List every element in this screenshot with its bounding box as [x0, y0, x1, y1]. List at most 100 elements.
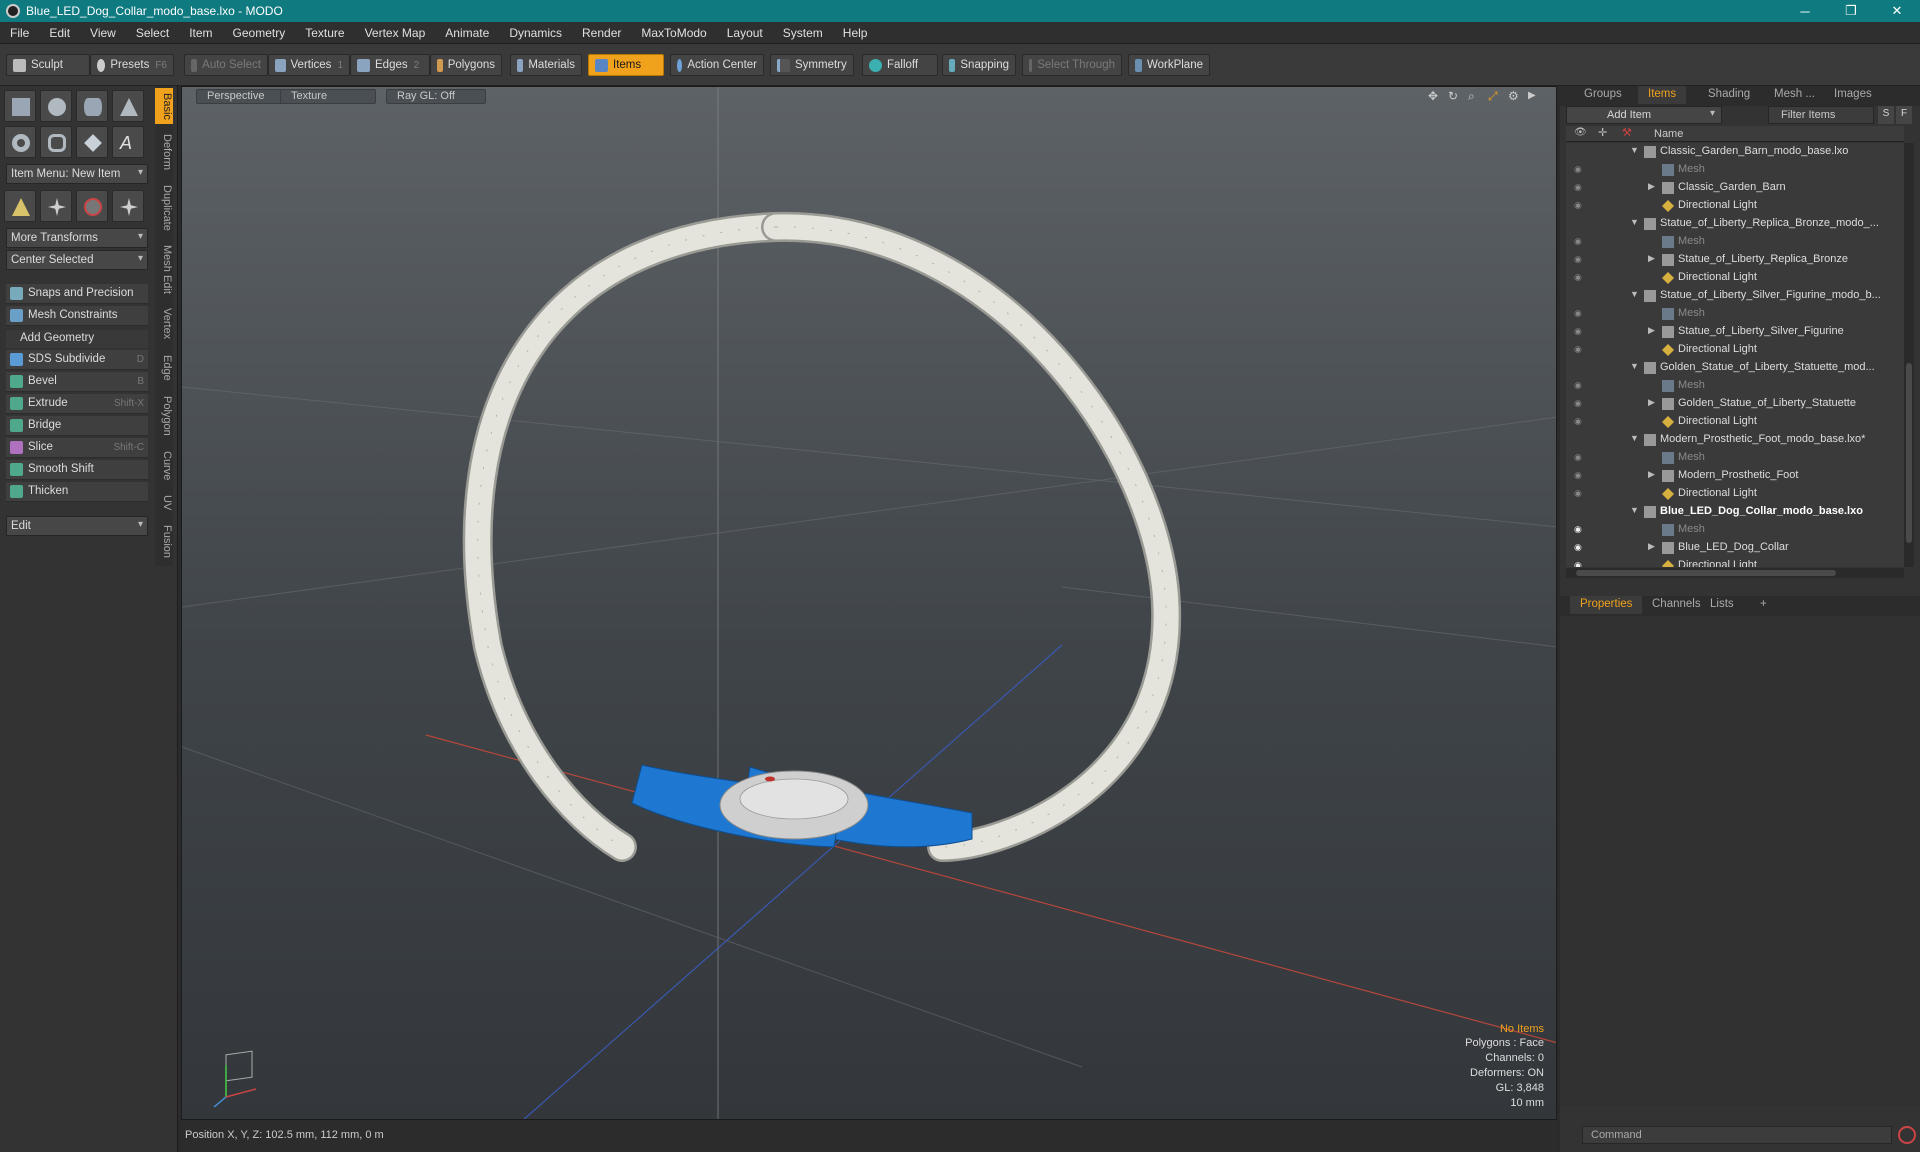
tab-lists[interactable]: Lists [1700, 596, 1744, 614]
tree-row-scene-bold[interactable]: ▼ Blue_LED_Dog_Collar_modo_base.lxo [1566, 503, 1904, 521]
menu-select[interactable]: Select [126, 26, 179, 40]
collapse-icon[interactable]: ▼ [1630, 289, 1639, 299]
tree-row-scene[interactable]: ▼ Classic_Garden_Barn_modo_base.lxo [1566, 143, 1904, 161]
expand-icon[interactable]: ▶ [1648, 253, 1655, 264]
menu-vertex-map[interactable]: Vertex Map [355, 26, 436, 40]
menu-file[interactable]: File [0, 26, 39, 40]
eye-icon[interactable] [1574, 146, 1586, 156]
tab-polygon[interactable]: Polygon [155, 390, 173, 442]
eye-icon[interactable]: ◉ [1574, 236, 1586, 246]
cone-primitive-button[interactable] [112, 90, 144, 122]
filter-items-input[interactable]: Filter Items [1768, 106, 1874, 124]
tab-uv[interactable]: UV [155, 490, 173, 516]
item-menu-dropdown[interactable]: Item Menu: New Item [6, 164, 148, 184]
move-tool-button[interactable] [4, 190, 36, 222]
tree-row-scene[interactable]: ▼ Golden_Statue_of_Liberty_Statuette_mod.… [1566, 359, 1904, 377]
slice-button[interactable]: Slice Shift-C [6, 438, 148, 458]
rotate-tool-button[interactable] [40, 190, 72, 222]
tree-row-item[interactable]: ◉ ▶ Blue_LED_Dog_Collar [1566, 539, 1904, 557]
3d-viewport[interactable]: Perspective Texture Ray GL: Off ✥ ↻ ⌕ ⤢ … [181, 86, 1557, 1120]
expand-icon[interactable]: ▶ [1648, 325, 1655, 336]
tab-duplicate[interactable]: Duplicate [155, 180, 173, 236]
menu-dynamics[interactable]: Dynamics [499, 26, 572, 40]
visibility-column-icon[interactable]: 👁 [1574, 127, 1587, 138]
more-transforms-dropdown[interactable]: More Transforms [6, 228, 148, 248]
expand-icon[interactable]: ▶ [1648, 541, 1655, 552]
snaps-precision-button[interactable]: Snaps and Precision [6, 284, 148, 304]
menu-animate[interactable]: Animate [435, 26, 499, 40]
vertical-scrollbar[interactable] [1904, 143, 1914, 567]
f-button[interactable]: F [1896, 106, 1912, 124]
menu-edit[interactable]: Edit [39, 26, 80, 40]
add-tab-button[interactable]: + [1750, 596, 1777, 614]
tree-row-mesh[interactable]: ◉ Mesh [1566, 305, 1904, 323]
eye-icon[interactable]: ◉ [1574, 416, 1586, 426]
command-input[interactable]: Command [1582, 1126, 1892, 1144]
tab-edge[interactable]: Edge [155, 350, 173, 386]
tab-properties[interactable]: Properties [1570, 596, 1643, 614]
tree-row-item[interactable]: ◉ ▶ Statue_of_Liberty_Silver_Figurine [1566, 323, 1904, 341]
collapse-icon[interactable]: ▼ [1630, 433, 1639, 443]
vertices-button[interactable]: Vertices 1 [268, 54, 350, 76]
tree-row-light[interactable]: ◉ Directional Light [1566, 341, 1904, 359]
render-column-icon[interactable]: ⚒ [1622, 126, 1632, 139]
tree-row-light[interactable]: ◉ Directional Light [1566, 197, 1904, 215]
tree-row-mesh[interactable]: ◉ Mesh [1566, 161, 1904, 179]
tree-row-light[interactable]: ◉ Directional Light [1566, 413, 1904, 431]
text-tool-button[interactable]: A [112, 126, 144, 158]
menu-render[interactable]: Render [572, 26, 631, 40]
thicken-button[interactable]: Thicken [6, 482, 148, 502]
add-geometry-header[interactable]: Add Geometry [6, 330, 148, 348]
auto-select-button[interactable]: Auto Select [184, 54, 268, 76]
sphere-primitive-button[interactable] [40, 90, 72, 122]
eye-icon[interactable]: ◉ [1574, 488, 1586, 498]
eye-icon[interactable]: ◉ [1574, 164, 1586, 174]
symmetry-button[interactable]: Symmetry [770, 54, 854, 76]
eye-icon[interactable]: ◉ [1574, 452, 1586, 462]
tree-row-light[interactable]: ◉ Directional Light [1566, 269, 1904, 287]
bevel-button[interactable]: Bevel B [6, 372, 148, 392]
tree-row-scene[interactable]: ▼ Statue_of_Liberty_Silver_Figurine_modo_… [1566, 287, 1904, 305]
expand-icon[interactable]: ▶ [1648, 469, 1655, 480]
tree-row-item[interactable]: ◉ ▶ Modern_Prosthetic_Foot [1566, 467, 1904, 485]
select-through-button[interactable]: Select Through [1022, 54, 1122, 76]
eye-icon[interactable]: ◉ [1574, 326, 1586, 336]
presets-button[interactable]: Presets F6 [90, 54, 174, 76]
eye-icon[interactable]: ◉ [1574, 254, 1586, 264]
center-selected-dropdown[interactable]: Center Selected [6, 250, 148, 270]
tab-curve[interactable]: Curve [155, 446, 173, 486]
cylinder-primitive-button[interactable] [76, 90, 108, 122]
edit-dropdown[interactable]: Edit [6, 516, 148, 536]
collapse-icon[interactable]: ▼ [1630, 361, 1639, 371]
tree-row-light[interactable]: ◉ Directional Light [1566, 485, 1904, 503]
tab-vertex[interactable]: Vertex [155, 302, 173, 346]
pen-tool-button[interactable] [76, 126, 108, 158]
maximize-button[interactable]: ❐ [1828, 0, 1874, 22]
add-item-dropdown[interactable]: Add Item ▾ [1566, 106, 1722, 124]
sds-subdivide-button[interactable]: SDS Subdivide D [6, 350, 148, 370]
eye-icon[interactable]: ◉ [1574, 542, 1586, 552]
eye-icon[interactable]: ◉ [1574, 344, 1586, 354]
eye-icon[interactable]: ◉ [1574, 524, 1586, 534]
tree-row-light[interactable]: ◉ Directional Light [1566, 557, 1904, 567]
eye-icon[interactable]: ◉ [1574, 398, 1586, 408]
eye-icon[interactable] [1574, 218, 1586, 228]
eye-icon[interactable] [1574, 290, 1586, 300]
mesh-constraints-button[interactable]: Mesh Constraints [6, 306, 148, 326]
tree-row-mesh[interactable]: ◉ Mesh [1566, 233, 1904, 251]
tree-row-mesh[interactable]: ◉ Mesh [1566, 521, 1904, 539]
tab-basic[interactable]: Basic [155, 88, 173, 124]
menu-system[interactable]: System [773, 26, 833, 40]
menu-item[interactable]: Item [179, 26, 222, 40]
close-button[interactable]: ✕ [1874, 0, 1920, 22]
eye-icon[interactable]: ◉ [1574, 200, 1586, 210]
record-icon[interactable] [1898, 1126, 1916, 1144]
collapse-icon[interactable]: ▼ [1630, 145, 1639, 155]
collapse-icon[interactable]: ▼ [1630, 505, 1639, 515]
expand-icon[interactable]: ▶ [1648, 181, 1655, 192]
menu-help[interactable]: Help [833, 26, 878, 40]
bridge-button[interactable]: Bridge [6, 416, 148, 436]
eye-icon[interactable] [1574, 362, 1586, 372]
tree-row-item[interactable]: ◉ ▶ Statue_of_Liberty_Replica_Bronze [1566, 251, 1904, 269]
tab-deform[interactable]: Deform [155, 128, 173, 176]
